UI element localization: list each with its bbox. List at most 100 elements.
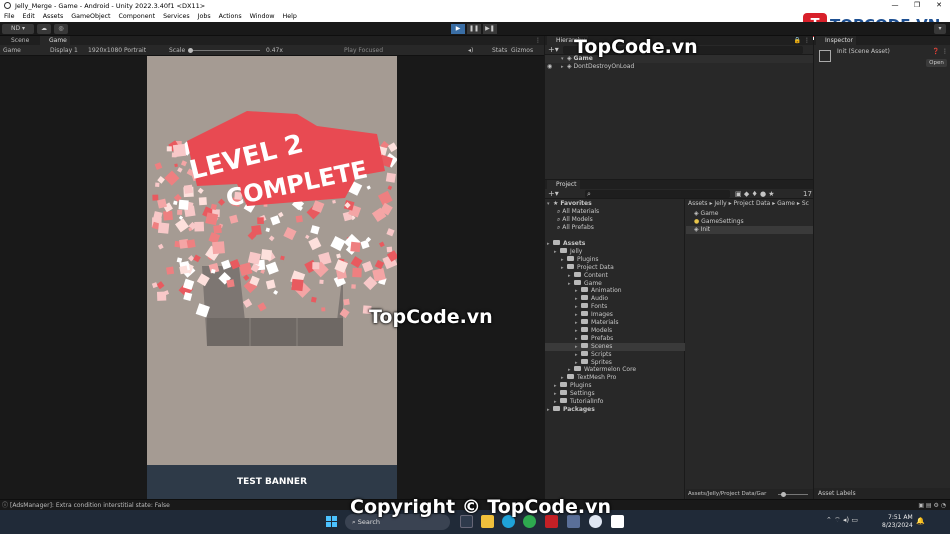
tree-item[interactable]: ▸ Settings bbox=[545, 390, 685, 398]
menu-help[interactable]: Help bbox=[278, 13, 300, 20]
add-icon[interactable]: +▾ bbox=[548, 45, 559, 55]
tree-item[interactable]: ▸ Plugins bbox=[545, 382, 685, 390]
play-button[interactable]: ▶ bbox=[451, 24, 465, 34]
breadcrumb-projectdata[interactable]: Project Data bbox=[734, 200, 771, 207]
clock-date[interactable]: 8/23/2024 bbox=[882, 522, 913, 529]
windows-start-icon[interactable] bbox=[326, 516, 337, 527]
tree-item[interactable]: ▸ Content bbox=[545, 271, 685, 280]
menu-window[interactable]: Window bbox=[246, 13, 279, 20]
cloud-icon[interactable]: ☁ bbox=[37, 24, 51, 34]
step-button[interactable]: ▶❚ bbox=[483, 24, 497, 34]
menu-actions[interactable]: Actions bbox=[215, 13, 246, 20]
system-tray-icons[interactable]: ⌃ ⌔ ◂) ▭ bbox=[826, 516, 858, 525]
tree-item[interactable]: ▸ TextMesh Pro bbox=[545, 374, 685, 382]
favorite-item[interactable]: ⌕ All Models bbox=[557, 216, 593, 224]
scale-slider-handle[interactable] bbox=[188, 48, 193, 53]
breadcrumb-scenes[interactable]: Sc bbox=[802, 200, 809, 207]
favorite-item[interactable]: ⌕ All Materials bbox=[557, 208, 599, 216]
confetti-piece bbox=[386, 228, 395, 237]
tree-item[interactable]: ▸ Fonts bbox=[545, 303, 685, 311]
project-footer: Assets/Jelly/Project Data/Gar bbox=[686, 489, 813, 499]
resolution-dropdown[interactable]: 1920x1080 Portrait bbox=[88, 45, 146, 56]
menu-component[interactable]: Component bbox=[115, 13, 160, 20]
icon-size-slider[interactable] bbox=[778, 492, 808, 497]
play-focused-dropdown[interactable]: Play Focused bbox=[344, 45, 383, 56]
breadcrumb-jelly[interactable]: Jelly bbox=[714, 200, 726, 207]
tree-item[interactable]: ▸ Game bbox=[545, 279, 685, 288]
tree-item[interactable]: ▸ Materials bbox=[545, 319, 685, 327]
audio-icon[interactable]: ◂) bbox=[468, 45, 473, 56]
tree-item[interactable]: ▸ Jelly bbox=[545, 247, 685, 256]
layers-dropdown[interactable]: ▾ bbox=[934, 24, 946, 34]
tree-item[interactable]: ▸ Models bbox=[545, 326, 685, 335]
services-icon[interactable]: ◎ bbox=[54, 24, 68, 34]
help-icon[interactable]: ❓ bbox=[932, 48, 939, 55]
tree-item[interactable]: ▸ Project Data bbox=[545, 263, 685, 272]
confetti-piece bbox=[177, 167, 183, 173]
menu-gameobject[interactable]: GameObject bbox=[67, 13, 114, 20]
clock-time[interactable]: 7:51 AM bbox=[888, 514, 913, 521]
display-dropdown[interactable]: Display 1 bbox=[50, 45, 78, 56]
confetti-piece bbox=[217, 198, 226, 206]
unity-taskbar-icon[interactable] bbox=[611, 515, 624, 528]
tab-project[interactable]: Project bbox=[547, 180, 580, 189]
hierarchy-item-dontdestroy[interactable]: ▸ ◈ DontDestroyOnLoad bbox=[545, 63, 813, 71]
favorite-item[interactable]: ⌕ All Prefabs bbox=[557, 224, 594, 232]
lock-icon[interactable]: 🔒 bbox=[794, 36, 801, 45]
gizmos-dropdown[interactable]: Gizmos bbox=[511, 45, 533, 56]
tree-item[interactable]: ▸ TutorialInfo bbox=[545, 398, 685, 406]
file-item-game[interactable]: ◈ Game bbox=[694, 210, 718, 218]
menu-assets[interactable]: Assets bbox=[39, 13, 68, 20]
tab-scene[interactable]: Scene bbox=[2, 36, 32, 45]
tree-item[interactable]: ▸ Scripts bbox=[545, 350, 685, 359]
tree-item[interactable]: ▸ Images bbox=[545, 311, 685, 319]
account-dropdown[interactable]: ND ▾ bbox=[2, 24, 34, 34]
tab-inspector[interactable]: Inspector bbox=[816, 36, 856, 45]
tree-item[interactable]: ▸ Scenes bbox=[545, 342, 685, 351]
confetti-piece bbox=[387, 185, 393, 191]
confetti-piece bbox=[213, 225, 222, 234]
scale-slider[interactable] bbox=[188, 48, 260, 53]
visibility-icon[interactable]: ◉ bbox=[547, 63, 552, 70]
confetti-piece bbox=[330, 235, 346, 252]
file-item-init[interactable]: ◈ Init bbox=[686, 226, 813, 234]
tree-item[interactable]: ▸ Audio bbox=[545, 295, 685, 303]
tree-item[interactable]: ▸ Sprites bbox=[545, 358, 685, 367]
menu-services[interactable]: Services bbox=[159, 13, 194, 20]
tree-item[interactable]: ▸ Watermelon Core bbox=[545, 366, 685, 374]
menu-jobs[interactable]: Jobs bbox=[194, 13, 215, 20]
confetti-piece bbox=[319, 279, 324, 284]
tree-item[interactable]: ▸ Assets bbox=[545, 240, 685, 248]
open-button[interactable]: Open bbox=[926, 59, 947, 67]
watermark-bottom: Copyright © TopCode.vn bbox=[350, 496, 612, 518]
inspector-menu-icon[interactable]: ⋮ bbox=[942, 48, 948, 55]
inspector-panel: Init (Scene Asset) Open ❓ ⋮ bbox=[814, 45, 950, 499]
tree-item[interactable]: ▸ Plugins bbox=[545, 255, 685, 264]
confetti-piece bbox=[385, 172, 396, 183]
pause-button[interactable]: ❚❚ bbox=[467, 24, 481, 34]
breadcrumb-game[interactable]: Game bbox=[777, 200, 795, 207]
tab-game[interactable]: Game bbox=[40, 36, 70, 45]
tree-item[interactable]: ▸ Prefabs bbox=[545, 334, 685, 343]
filter-icons[interactable]: ▣ ◆ ♦ ● ★ bbox=[735, 189, 775, 199]
file-item-gamesettings[interactable]: ● GameSettings bbox=[694, 218, 744, 226]
hierarchy-menu-icon[interactable]: ⋮ bbox=[804, 36, 810, 45]
tree-item[interactable]: ▸ Animation bbox=[545, 287, 685, 295]
tab-menu-icon[interactable]: ⋮ bbox=[535, 36, 541, 45]
confetti-piece bbox=[172, 143, 187, 158]
favorites-header[interactable]: ▾ ★ Favorites bbox=[547, 200, 592, 208]
tree-item[interactable]: ▸ Packages bbox=[545, 405, 685, 414]
confetti-piece bbox=[386, 246, 393, 253]
project-add-icon[interactable]: +▾ bbox=[548, 189, 559, 199]
menu-file[interactable]: File bbox=[0, 13, 19, 20]
game-screen[interactable]: LEVEL 2 COMPLETE TEST BANNER bbox=[147, 56, 397, 499]
menu-edit[interactable]: Edit bbox=[19, 13, 39, 20]
stats-button[interactable]: Stats bbox=[492, 45, 507, 56]
notification-icon[interactable]: 🔔 bbox=[916, 517, 925, 525]
breadcrumb-assets[interactable]: Assets bbox=[688, 200, 708, 207]
game-mode-dropdown[interactable]: Game bbox=[3, 45, 21, 56]
confetti-piece bbox=[183, 184, 194, 194]
confetti-piece bbox=[336, 253, 341, 259]
project-search-input[interactable] bbox=[585, 190, 730, 198]
ad-banner[interactable]: TEST BANNER bbox=[147, 465, 397, 499]
